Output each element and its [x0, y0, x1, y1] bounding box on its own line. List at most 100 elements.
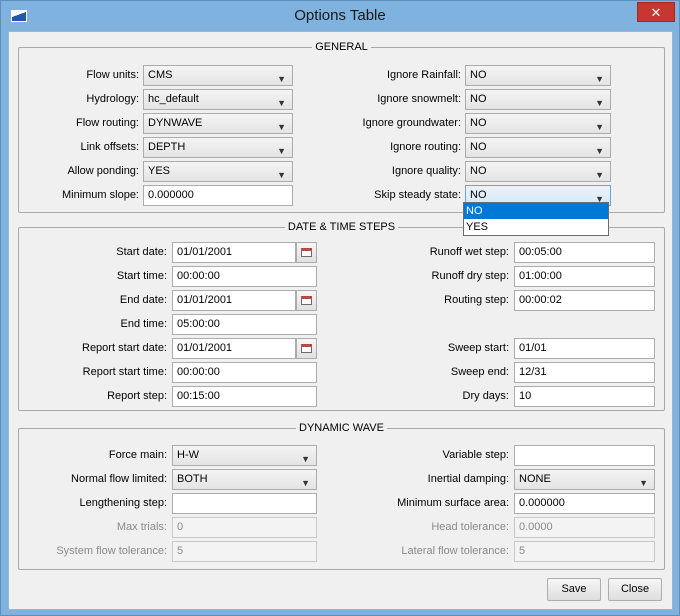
skip-steady-state-dropdown: NO YES: [463, 202, 609, 236]
report-start-time-input[interactable]: 00:00:00: [172, 362, 317, 383]
minimum-slope-input[interactable]: 0.000000: [143, 185, 293, 206]
end-time-label: End time:: [120, 318, 167, 330]
start-time-input[interactable]: 00:00:00: [172, 266, 317, 287]
dynamic-wave-group-title: DYNAMIC WAVE: [296, 422, 387, 434]
sweep-end-label: Sweep end:: [450, 366, 509, 378]
start-date-input[interactable]: 01/01/2001: [172, 242, 296, 263]
chevron-down-icon: ▼: [277, 122, 286, 132]
ignore-routing-value: NO: [470, 141, 487, 153]
start-time-label: Start time:: [116, 270, 167, 282]
window-title: Options Table: [294, 7, 386, 24]
max-trials-input: 0: [172, 517, 317, 538]
report-step-input[interactable]: 00:15:00: [172, 386, 317, 407]
report-start-date-input[interactable]: 01/01/2001: [172, 338, 296, 359]
system-flow-tolerance-label: System flow tolerance:: [56, 545, 167, 557]
ignore-groundwater-label: Ignore groundwater:: [362, 117, 461, 129]
sweep-end-input[interactable]: 12/31: [514, 362, 655, 383]
force-main-value: H-W: [177, 449, 199, 461]
allow-ponding-label: Allow ponding:: [67, 165, 139, 177]
hydrology-label: Hydrology:: [86, 93, 139, 105]
dynamic-wave-group: DYNAMIC WAVE Force main: H-W ▼ Normal flo…: [18, 422, 665, 570]
runoff-wet-step-input[interactable]: 00:05:00: [514, 242, 655, 263]
flow-units-label: Flow units:: [86, 69, 139, 81]
inertial-damping-value: NONE: [519, 473, 551, 485]
flow-routing-select[interactable]: DYNWAVE ▼: [143, 113, 293, 134]
close-button[interactable]: Close: [608, 578, 662, 601]
normal-flow-limited-value: BOTH: [177, 473, 208, 485]
start-date-picker-button[interactable]: [296, 242, 317, 263]
datetime-group: DATE & TIME STEPS Start date: 01/01/2001…: [18, 221, 665, 411]
flow-routing-value: DYNWAVE: [148, 117, 203, 129]
chevron-down-icon: ▼: [277, 146, 286, 156]
normal-flow-limited-label: Normal flow limited:: [71, 473, 167, 485]
ignore-rainfall-value: NO: [470, 69, 487, 81]
report-step-label: Report step:: [107, 390, 167, 402]
ignore-routing-label: Ignore routing:: [390, 141, 461, 153]
link-offsets-label: Link offsets:: [80, 141, 140, 153]
dropdown-option-yes[interactable]: YES: [464, 219, 608, 235]
inertial-damping-label: Inertial damping:: [427, 473, 509, 485]
chevron-down-icon: ▼: [301, 454, 310, 464]
link-offsets-value: DEPTH: [148, 141, 186, 153]
end-date-picker-button[interactable]: [296, 290, 317, 311]
runoff-dry-step-input[interactable]: 01:00:00: [514, 266, 655, 287]
ignore-snowmelt-value: NO: [470, 93, 487, 105]
dropdown-option-no[interactable]: NO: [464, 203, 608, 219]
routing-step-label: Routing step:: [444, 294, 509, 306]
chevron-down-icon: ▼: [639, 478, 648, 488]
hydrology-select[interactable]: hc_default ▼: [143, 89, 293, 110]
sweep-start-label: Sweep start:: [447, 342, 509, 354]
allow-ponding-select[interactable]: YES ▼: [143, 161, 293, 182]
calendar-icon: [301, 344, 312, 353]
system-flow-tolerance-input: 5: [172, 541, 317, 562]
end-date-input[interactable]: 01/01/2001: [172, 290, 296, 311]
end-time-input[interactable]: 05:00:00: [172, 314, 317, 335]
runoff-wet-step-label: Runoff wet step:: [429, 246, 509, 258]
general-group: GENERAL Flow units: CMS ▼ Hydrology: hc_d…: [18, 41, 665, 213]
ignore-snowmelt-label: Ignore snowmelt:: [377, 93, 461, 105]
skip-steady-state-label: Skip steady state:: [374, 189, 461, 201]
chevron-down-icon: ▼: [595, 98, 604, 108]
normal-flow-limited-select[interactable]: BOTH ▼: [172, 469, 317, 490]
head-tolerance-label: Head tolerance:: [431, 521, 509, 533]
minimum-surface-area-input[interactable]: 0.000000: [514, 493, 655, 514]
force-main-select[interactable]: H-W ▼: [172, 445, 317, 466]
chevron-down-icon: ▼: [595, 122, 604, 132]
variable-step-label: Variable step:: [442, 449, 509, 461]
ignore-quality-label: Ignore quality:: [391, 165, 461, 177]
save-button[interactable]: Save: [547, 578, 601, 601]
chevron-down-icon: ▼: [595, 74, 604, 84]
ignore-quality-select[interactable]: NO ▼: [465, 161, 611, 182]
skip-steady-state-value: NO: [470, 189, 487, 201]
dry-days-input[interactable]: 10: [514, 386, 655, 407]
minimum-slope-label: Minimum slope:: [61, 189, 139, 201]
inertial-damping-select[interactable]: NONE ▼: [514, 469, 655, 490]
ignore-snowmelt-select[interactable]: NO ▼: [465, 89, 611, 110]
hydrology-value: hc_default: [148, 93, 199, 105]
chevron-down-icon: ▼: [595, 170, 604, 180]
flow-units-select[interactable]: CMS ▼: [143, 65, 293, 86]
window-close-button[interactable]: ✕: [637, 2, 675, 22]
max-trials-label: Max trials:: [116, 521, 167, 533]
chevron-down-icon: ▼: [277, 74, 286, 84]
general-group-title: GENERAL: [312, 41, 371, 53]
sweep-start-input[interactable]: 01/01: [514, 338, 655, 359]
lateral-flow-tolerance-input: 5: [514, 541, 655, 562]
ignore-routing-select[interactable]: NO ▼: [465, 137, 611, 158]
routing-step-input[interactable]: 00:00:02: [514, 290, 655, 311]
ignore-groundwater-select[interactable]: NO ▼: [465, 113, 611, 134]
flow-units-value: CMS: [148, 69, 173, 81]
calendar-icon: [301, 248, 312, 257]
lengthening-step-input[interactable]: [172, 493, 317, 514]
variable-step-input[interactable]: [514, 445, 655, 466]
ignore-rainfall-select[interactable]: NO ▼: [465, 65, 611, 86]
link-offsets-select[interactable]: DEPTH ▼: [143, 137, 293, 158]
chevron-down-icon: ▼: [595, 146, 604, 156]
chevron-down-icon: ▼: [301, 478, 310, 488]
dialog-body: GENERAL Flow units: CMS ▼ Hydrology: hc_d…: [8, 31, 673, 610]
head-tolerance-input: 0.0000: [514, 517, 655, 538]
force-main-label: Force main:: [108, 449, 167, 461]
title-bar[interactable]: Options Table ✕: [1, 1, 679, 31]
options-window: Options Table ✕ GENERAL Flow units: CMS ▼…: [0, 0, 680, 616]
report-start-date-picker-button[interactable]: [296, 338, 317, 359]
